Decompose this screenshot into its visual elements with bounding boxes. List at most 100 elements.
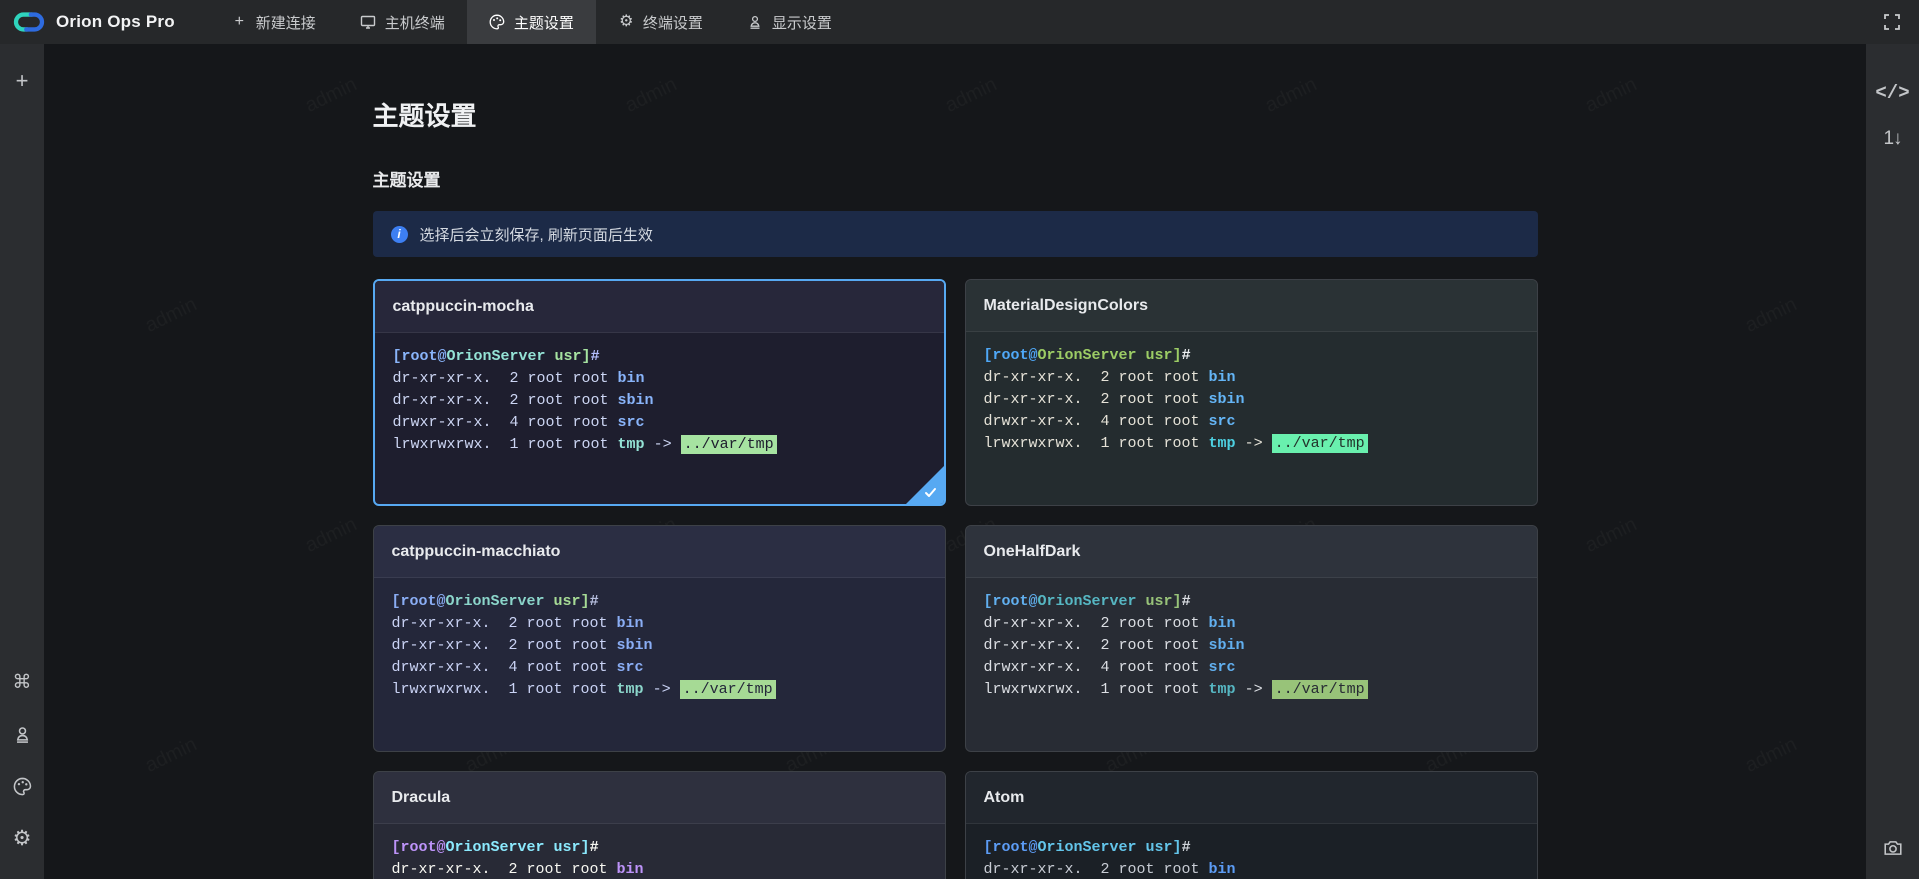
app-title: Orion Ops Pro — [56, 12, 175, 32]
left-toolbar: + ⌘ ⚙ — [0, 44, 44, 879]
prompt-hash: # — [1182, 593, 1191, 610]
add-connection-icon[interactable]: + — [7, 66, 37, 96]
terminal-filename: bin — [618, 370, 645, 387]
theme-card-header: Atom — [966, 772, 1537, 824]
terminal-line: dr-xr-xr-x. 2 root root bin — [393, 368, 926, 390]
terminal-filename: bin — [1209, 615, 1236, 632]
terminal-symlink-target: ../var/tmp — [1272, 680, 1368, 699]
terminal-text: drwxr-xr-x. 4 root root — [984, 659, 1209, 676]
check-icon — [923, 485, 938, 505]
prompt-host: OrionServer — [446, 839, 545, 856]
terminal-line: dr-xr-xr-x. 2 root root sbin — [984, 389, 1519, 411]
palette-icon[interactable] — [7, 771, 37, 801]
tab-display-settings[interactable]: 显示设置 — [725, 0, 854, 44]
code-icon[interactable]: </> — [1878, 78, 1908, 108]
watermark-text: admin — [1742, 733, 1801, 778]
right-toolbar: </> 1↓ — [1866, 44, 1919, 879]
terminal-line: dr-xr-xr-x. 2 root root bin — [984, 367, 1519, 389]
theme-card-grid: catppuccin-mocha [root@OrionServer usr]#… — [373, 279, 1538, 879]
main-content: adminadminadminadminadminadminadminadmin… — [44, 44, 1866, 879]
prompt-hash: # — [590, 839, 599, 856]
terminal-line: lrwxrwxrwx. 1 root root tmp -> ../var/tm… — [392, 679, 927, 701]
theme-terminal-preview: [root@OrionServer usr]# dr-xr-xr-x. 2 ro… — [375, 333, 944, 469]
terminal-text: -> — [1236, 681, 1272, 698]
tab-label: 主题设置 — [514, 12, 574, 33]
terminal-line: lrwxrwxrwx. 1 root root tmp -> ../var/tm… — [984, 433, 1519, 455]
watermark-text: admin — [1582, 73, 1641, 118]
tab-terminal-settings[interactable]: ⚙ 终端设置 — [596, 0, 725, 44]
terminal-text: lrwxrwxrwx. 1 root root — [393, 436, 618, 453]
prompt-hash: # — [590, 593, 599, 610]
terminal-symlink-target: ../var/tmp — [680, 680, 776, 699]
user-badge-icon — [747, 14, 764, 31]
main-tabs: + 新建连接 主机终端 主题设置 ⚙ 终端设置 — [209, 0, 854, 44]
sort-icon[interactable]: 1↓ — [1878, 124, 1908, 154]
terminal-line: dr-xr-xr-x. 2 root root bin — [392, 613, 927, 635]
selected-corner-badge — [905, 465, 945, 505]
prompt-hash: # — [591, 348, 600, 365]
notice-banner: i 选择后会立刻保存, 刷新页面后生效 — [373, 211, 1538, 257]
terminal-line: dr-xr-xr-x. 2 root root bin — [392, 859, 927, 879]
terminal-text: lrwxrwxrwx. 1 root root — [392, 681, 617, 698]
terminal-text: -> — [645, 436, 681, 453]
terminal-text: dr-xr-xr-x. 2 root root — [392, 637, 617, 654]
terminal-text: dr-xr-xr-x. 2 root root — [393, 370, 618, 387]
theme-card-header: MaterialDesignColors — [966, 280, 1537, 332]
prompt-hash: # — [1182, 839, 1191, 856]
theme-card[interactable]: Dracula [root@OrionServer usr]# dr-xr-xr… — [373, 771, 946, 879]
theme-card[interactable]: catppuccin-macchiato [root@OrionServer u… — [373, 525, 946, 752]
terminal-text: -> — [644, 681, 680, 698]
prompt-user: [root@ — [984, 593, 1038, 610]
tab-label: 主机终端 — [385, 12, 445, 33]
terminal-line: drwxr-xr-x. 4 root root src — [392, 657, 927, 679]
tab-theme-settings[interactable]: 主题设置 — [467, 0, 596, 44]
theme-card[interactable]: Atom [root@OrionServer usr]# dr-xr-xr-x.… — [965, 771, 1538, 879]
terminal-text: dr-xr-xr-x. 2 root root — [984, 615, 1209, 632]
prompt-path: usr] — [1137, 839, 1182, 856]
terminal-filename: tmp — [617, 681, 644, 698]
theme-card[interactable]: MaterialDesignColors [root@OrionServer u… — [965, 279, 1538, 506]
theme-name: OneHalfDark — [984, 543, 1081, 561]
terminal-filename: bin — [1209, 861, 1236, 878]
terminal-filename: src — [1209, 659, 1236, 676]
prompt-user: [root@ — [984, 347, 1038, 364]
terminal-text: drwxr-xr-x. 4 root root — [984, 413, 1209, 430]
terminal-line: drwxr-xr-x. 4 root root src — [393, 412, 926, 434]
gear-icon[interactable]: ⚙ — [7, 823, 37, 853]
terminal-line: lrwxrwxrwx. 1 root root tmp -> ../var/tm… — [984, 679, 1519, 701]
theme-name: MaterialDesignColors — [984, 297, 1148, 315]
terminal-filename: tmp — [1209, 681, 1236, 698]
prompt-path: usr] — [1137, 347, 1182, 364]
theme-name: Atom — [984, 789, 1025, 807]
app-window: Orion Ops Pro + 新建连接 主机终端 主题设置 ⚙ 终 — [0, 0, 1919, 879]
terminal-filename: sbin — [1209, 391, 1245, 408]
command-icon[interactable]: ⌘ — [7, 667, 37, 697]
terminal-prompt-line: [root@OrionServer usr]# — [392, 591, 927, 613]
theme-card[interactable]: catppuccin-mocha [root@OrionServer usr]#… — [373, 279, 946, 506]
camera-icon[interactable] — [1878, 833, 1908, 863]
theme-name: catppuccin-macchiato — [392, 543, 561, 561]
tab-new-connection[interactable]: + 新建连接 — [209, 0, 338, 44]
terminal-filename: bin — [617, 861, 644, 878]
section-title: 主题设置 — [373, 166, 1538, 191]
fullscreen-icon[interactable] — [1883, 13, 1901, 31]
terminal-filename: tmp — [1209, 435, 1236, 452]
user-icon[interactable] — [7, 719, 37, 749]
tab-host-terminal[interactable]: 主机终端 — [338, 0, 467, 44]
terminal-text: lrwxrwxrwx. 1 root root — [984, 681, 1209, 698]
theme-card[interactable]: OneHalfDark [root@OrionServer usr]# dr-x… — [965, 525, 1538, 752]
terminal-filename: sbin — [618, 392, 654, 409]
palette-icon — [489, 14, 506, 31]
theme-card-header: catppuccin-macchiato — [374, 526, 945, 578]
prompt-host: OrionServer — [1038, 347, 1137, 364]
app-logo-icon — [12, 9, 46, 35]
terminal-symlink-target: ../var/tmp — [1272, 434, 1368, 453]
prompt-hash: # — [1182, 347, 1191, 364]
prompt-path: usr] — [545, 593, 590, 610]
info-icon: i — [391, 226, 408, 243]
terminal-text: dr-xr-xr-x. 2 root root — [984, 369, 1209, 386]
terminal-filename: sbin — [617, 637, 653, 654]
theme-name: Dracula — [392, 789, 451, 807]
theme-card-header: OneHalfDark — [966, 526, 1537, 578]
theme-terminal-preview: [root@OrionServer usr]# dr-xr-xr-x. 2 ro… — [966, 824, 1537, 879]
